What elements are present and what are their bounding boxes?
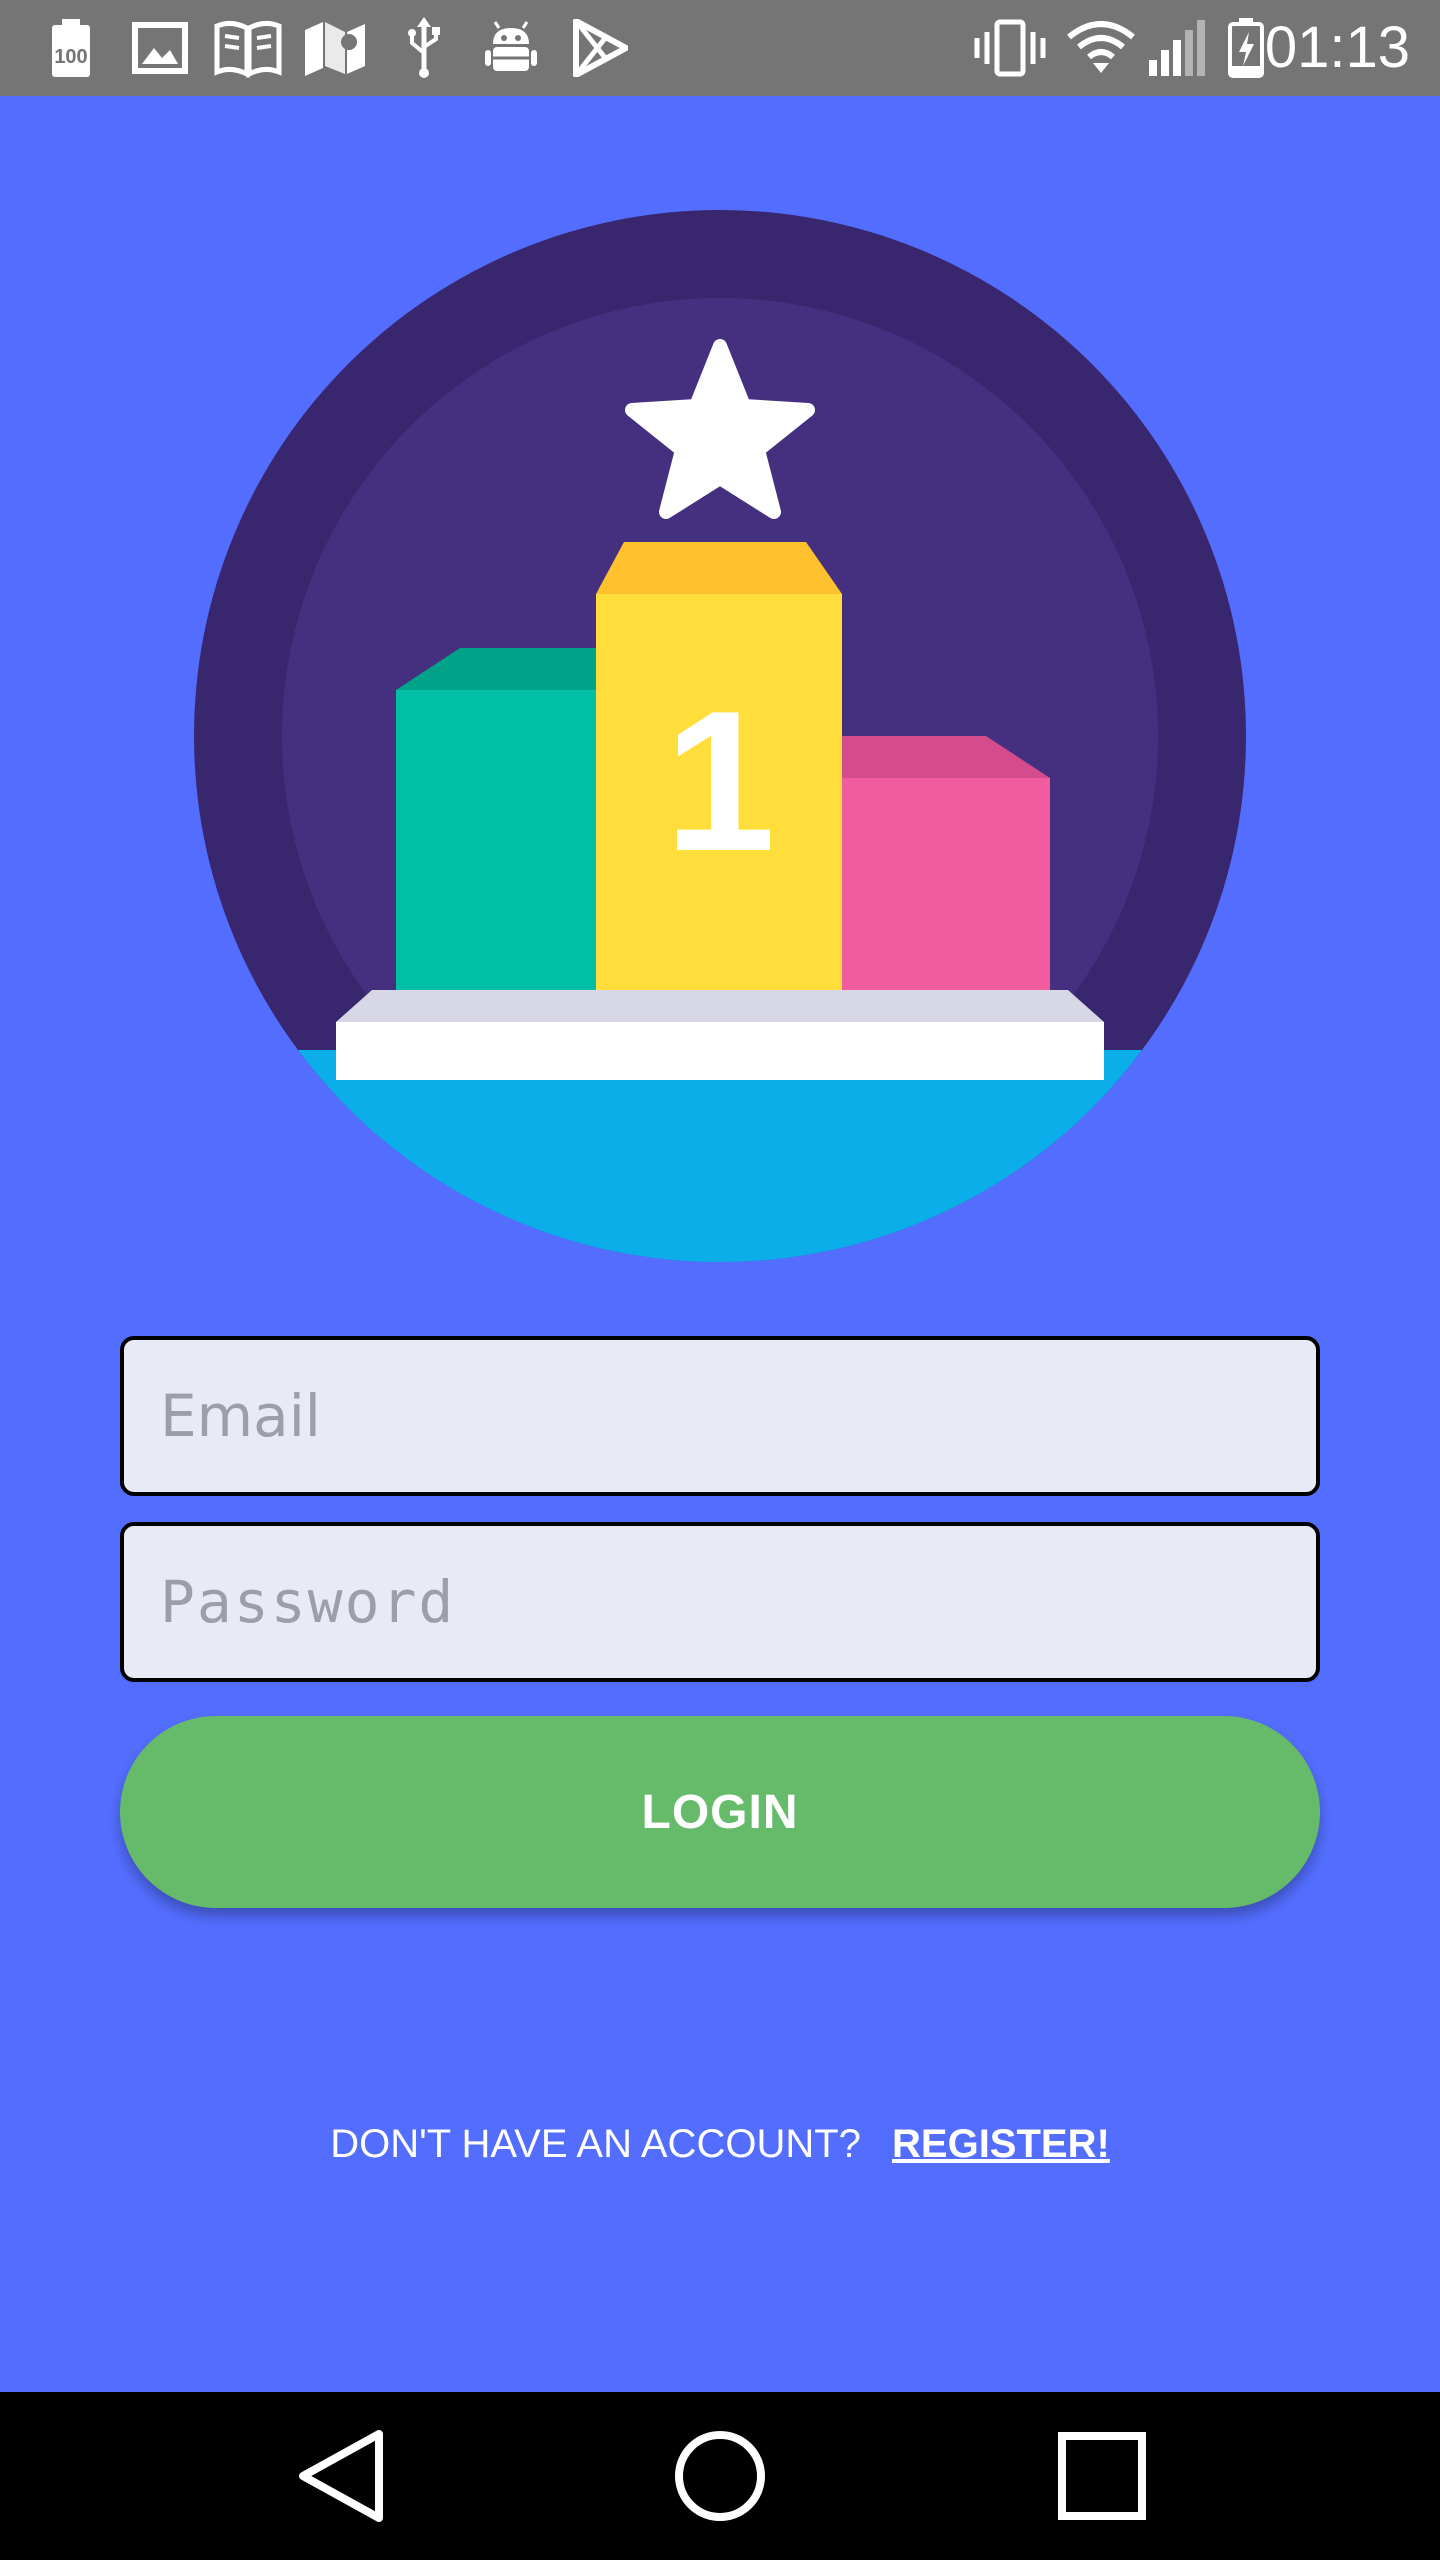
battery-100-icon: 100 bbox=[46, 18, 96, 78]
podium-base-front bbox=[336, 1022, 1104, 1080]
recents-icon[interactable] bbox=[1052, 2426, 1152, 2526]
signal-icon bbox=[1146, 18, 1206, 78]
podium-number: 1 bbox=[664, 670, 775, 893]
password-input[interactable] bbox=[124, 1526, 1316, 1678]
register-row: DON'T HAVE AN ACCOUNT? REGISTER! bbox=[0, 2122, 1440, 2167]
podium-illustration: 1 bbox=[194, 210, 1246, 1262]
login-screen: 100 01:13 1 Email LOGIN DON'T HAVE AN AC… bbox=[0, 0, 1440, 2560]
image-icon bbox=[130, 18, 190, 78]
usb-icon bbox=[402, 17, 446, 78]
battery-charging-icon bbox=[1226, 18, 1266, 78]
main-content: 1 LOGIN DON'T HAVE AN ACCOUNT? REGISTER! bbox=[0, 96, 1440, 2392]
email-input[interactable] bbox=[124, 1340, 1316, 1492]
login-button-label: LOGIN bbox=[641, 1785, 799, 1839]
podium-base-top-surface bbox=[336, 990, 1104, 1022]
status-bar: 100 01:13 bbox=[0, 0, 1440, 96]
svg-text:100: 100 bbox=[54, 46, 87, 68]
podium-logo: 1 bbox=[194, 210, 1246, 1262]
vibrate-icon bbox=[972, 18, 1048, 78]
podium-base-lower bbox=[336, 1080, 1104, 1262]
status-time: 01:13 bbox=[1264, 15, 1410, 80]
right-block bbox=[842, 778, 1050, 990]
register-link[interactable]: REGISTER! bbox=[892, 2122, 1110, 2166]
center-block-top bbox=[596, 542, 842, 594]
left-block bbox=[396, 690, 600, 990]
android-debug-icon bbox=[482, 18, 540, 78]
book-icon bbox=[212, 18, 284, 78]
email-field[interactable] bbox=[120, 1336, 1320, 1496]
maps-icon bbox=[302, 18, 368, 78]
register-prompt: DON'T HAVE AN ACCOUNT? bbox=[330, 2122, 861, 2166]
wifi-icon bbox=[1066, 18, 1136, 78]
play-store-icon bbox=[570, 18, 630, 78]
navigation-bar bbox=[0, 2392, 1440, 2560]
back-icon[interactable] bbox=[290, 2426, 390, 2526]
password-field[interactable] bbox=[120, 1522, 1320, 1682]
login-button[interactable]: LOGIN bbox=[120, 1716, 1320, 1908]
home-icon[interactable] bbox=[670, 2426, 770, 2526]
